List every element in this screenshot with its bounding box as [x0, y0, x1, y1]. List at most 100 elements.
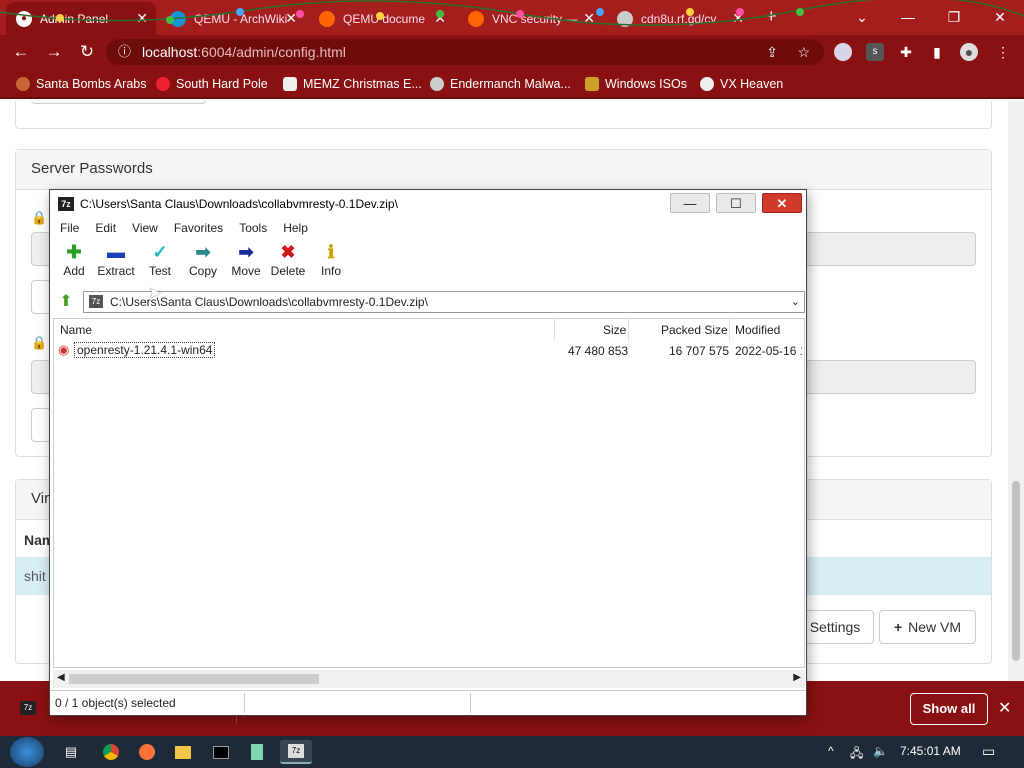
archwiki-icon	[170, 10, 186, 27]
move-button[interactable]: ➡ Move	[224, 240, 268, 284]
folder-up-icon[interactable]: ⬆	[55, 292, 77, 312]
column-size[interactable]: Size	[603, 323, 626, 337]
selection-status: 0 / 1 object(s) selected	[55, 696, 176, 710]
info-icon[interactable]: ⓘ	[118, 39, 131, 65]
chrome-taskbar-icon[interactable]	[98, 740, 124, 764]
tab-cdn8u[interactable]: cdn8u.rf.gd/cv ✕	[607, 2, 752, 35]
bookmark-star-icon[interactable]: ☆	[797, 39, 810, 65]
table-row[interactable]: ◉ openresty-1.21.4.1-win64 47 480 853 16…	[54, 341, 804, 361]
7zip-path-combo[interactable]: 7z C:\Users\Santa Claus\Downloads\collab…	[83, 291, 805, 313]
bookmark-icon	[430, 77, 444, 91]
column-divider[interactable]	[729, 319, 730, 341]
minimize-button[interactable]: —	[888, 4, 928, 30]
scroll-right-icon[interactable]: ▶	[793, 672, 801, 683]
new-tab-button[interactable]: +	[766, 6, 777, 27]
copy-button[interactable]: ➡ Copy	[181, 240, 225, 284]
test-button[interactable]: ✓ Test	[138, 240, 182, 284]
page-scrollbar[interactable]	[1008, 101, 1024, 681]
tab-title: cdn8u.rf.gd/cv	[641, 11, 717, 26]
side-panel-icon[interactable]: ▮	[928, 43, 946, 61]
column-divider[interactable]	[628, 319, 629, 341]
scrollbar-thumb[interactable]	[69, 674, 319, 684]
menu-tools[interactable]: Tools	[239, 221, 267, 235]
7zip-file-list[interactable]: Name Size Packed Size Modified ◉ openres…	[53, 318, 805, 668]
menu-file[interactable]: File	[60, 221, 79, 235]
network-icon[interactable]: 🖧	[850, 744, 863, 765]
7zip-minimize-button[interactable]: —	[670, 193, 710, 213]
7zip-horizontal-scrollbar[interactable]: ◀ ▶	[53, 670, 805, 688]
close-icon[interactable]: ✕	[583, 10, 595, 27]
menu-dots-icon[interactable]: ⋮	[994, 43, 1012, 61]
bookmark-item[interactable]: VX Heaven	[700, 75, 783, 93]
menu-help[interactable]: Help	[283, 221, 308, 235]
start-button[interactable]	[10, 737, 44, 767]
7zip-close-button[interactable]: ✕	[762, 193, 802, 213]
firefox-icon[interactable]	[134, 740, 160, 764]
restore-button[interactable]: ❐	[934, 4, 974, 30]
bookmark-item[interactable]: Endermanch Malwa...	[430, 75, 571, 93]
back-button[interactable]: ←	[10, 41, 32, 63]
add-button[interactable]: ✚ Add	[52, 240, 96, 284]
7zip-maximize-button[interactable]: ☐	[716, 193, 756, 213]
column-packed-size[interactable]: Packed Size	[661, 323, 728, 337]
column-divider[interactable]	[554, 319, 555, 341]
checkmark-icon: ✓	[152, 242, 168, 262]
extensions-puzzle-icon[interactable]: ✚	[897, 43, 915, 61]
extension-flag-icon[interactable]	[834, 43, 852, 61]
file-icon: ◉	[58, 342, 70, 357]
menu-view[interactable]: View	[132, 221, 158, 235]
close-icon[interactable]: ✕	[732, 10, 744, 27]
task-view-icon[interactable]: ▤	[58, 740, 84, 764]
clock[interactable]: 7:45:01 AM	[900, 744, 961, 758]
tab-admin-panel[interactable]: ● Admin Panel ✕	[6, 2, 156, 35]
extract-button[interactable]: ▬ Extract	[94, 240, 138, 284]
download-7z-icon[interactable]: 7z	[20, 701, 36, 715]
notepad-icon[interactable]	[244, 740, 270, 764]
delete-button[interactable]: ✖ Delete	[266, 240, 310, 284]
tray-chevron-icon[interactable]: ^	[828, 744, 834, 758]
info-button[interactable]: ℹ Info	[309, 240, 353, 284]
status-divider	[470, 693, 471, 713]
column-modified[interactable]: Modified	[735, 323, 780, 337]
volume-icon[interactable]: 🔈	[873, 744, 888, 758]
profile-avatar-icon[interactable]: ●	[960, 43, 978, 61]
scroll-left-icon[interactable]: ◀	[57, 672, 65, 683]
close-icon[interactable]: ✕	[285, 10, 297, 27]
bookmark-item[interactable]: Santa Bombs Arabs	[16, 75, 146, 93]
close-icon[interactable]: ✕	[434, 10, 446, 27]
tab-search-button[interactable]: ⌄	[842, 4, 882, 30]
show-all-button[interactable]: Show all	[910, 693, 988, 725]
chevron-down-icon[interactable]: ⌄	[791, 292, 800, 312]
lock-icon: 🔒	[31, 335, 48, 350]
bookmark-item[interactable]: South Hard Pole	[156, 75, 268, 93]
reload-button[interactable]: ↻	[76, 41, 98, 63]
extension-s-icon[interactable]: s	[866, 43, 884, 61]
close-window-button[interactable]: ✕	[980, 4, 1020, 30]
tab-qemu-docs[interactable]: QEMU docume ✕	[309, 2, 454, 35]
7zip-taskbar-icon[interactable]: 7z	[280, 740, 312, 764]
address-bar[interactable]: ⓘ localhost:6004/admin/config.html ⇪ ☆	[106, 39, 824, 65]
cmd-icon[interactable]	[208, 740, 234, 764]
menu-favorites[interactable]: Favorites	[174, 221, 223, 235]
bookmark-label: MEMZ Christmas E...	[303, 77, 422, 91]
file-explorer-icon[interactable]	[170, 740, 196, 764]
file-name[interactable]: openresty-1.21.4.1-win64	[74, 342, 216, 358]
panel-button[interactable]	[31, 101, 206, 104]
bookmark-item[interactable]: Windows ISOs	[585, 75, 687, 93]
close-icon[interactable]: ✕	[136, 10, 148, 27]
settings-button[interactable]: Settings	[796, 610, 874, 644]
menu-edit[interactable]: Edit	[95, 221, 116, 235]
scrollbar-thumb[interactable]	[1012, 481, 1020, 661]
action-center-icon[interactable]: ▭	[982, 743, 995, 760]
tab-qemu-archwiki[interactable]: QEMU - ArchWiki ✕	[160, 2, 305, 35]
close-download-bar-icon[interactable]: ✕	[998, 698, 1011, 718]
share-icon[interactable]: ⇪	[766, 39, 778, 65]
qemu-icon	[468, 10, 484, 27]
bookmark-item[interactable]: MEMZ Christmas E...	[283, 75, 422, 93]
forward-button[interactable]: →	[43, 41, 65, 63]
tab-strip: ● Admin Panel ✕ QEMU - ArchWiki ✕ QEMU d…	[0, 0, 1024, 35]
table-cell-name: shit	[24, 568, 46, 584]
new-vm-button[interactable]: + New VM	[879, 610, 976, 644]
tab-vnc-security[interactable]: VNC security — ✕	[458, 2, 603, 35]
column-name[interactable]: Name	[60, 323, 92, 337]
